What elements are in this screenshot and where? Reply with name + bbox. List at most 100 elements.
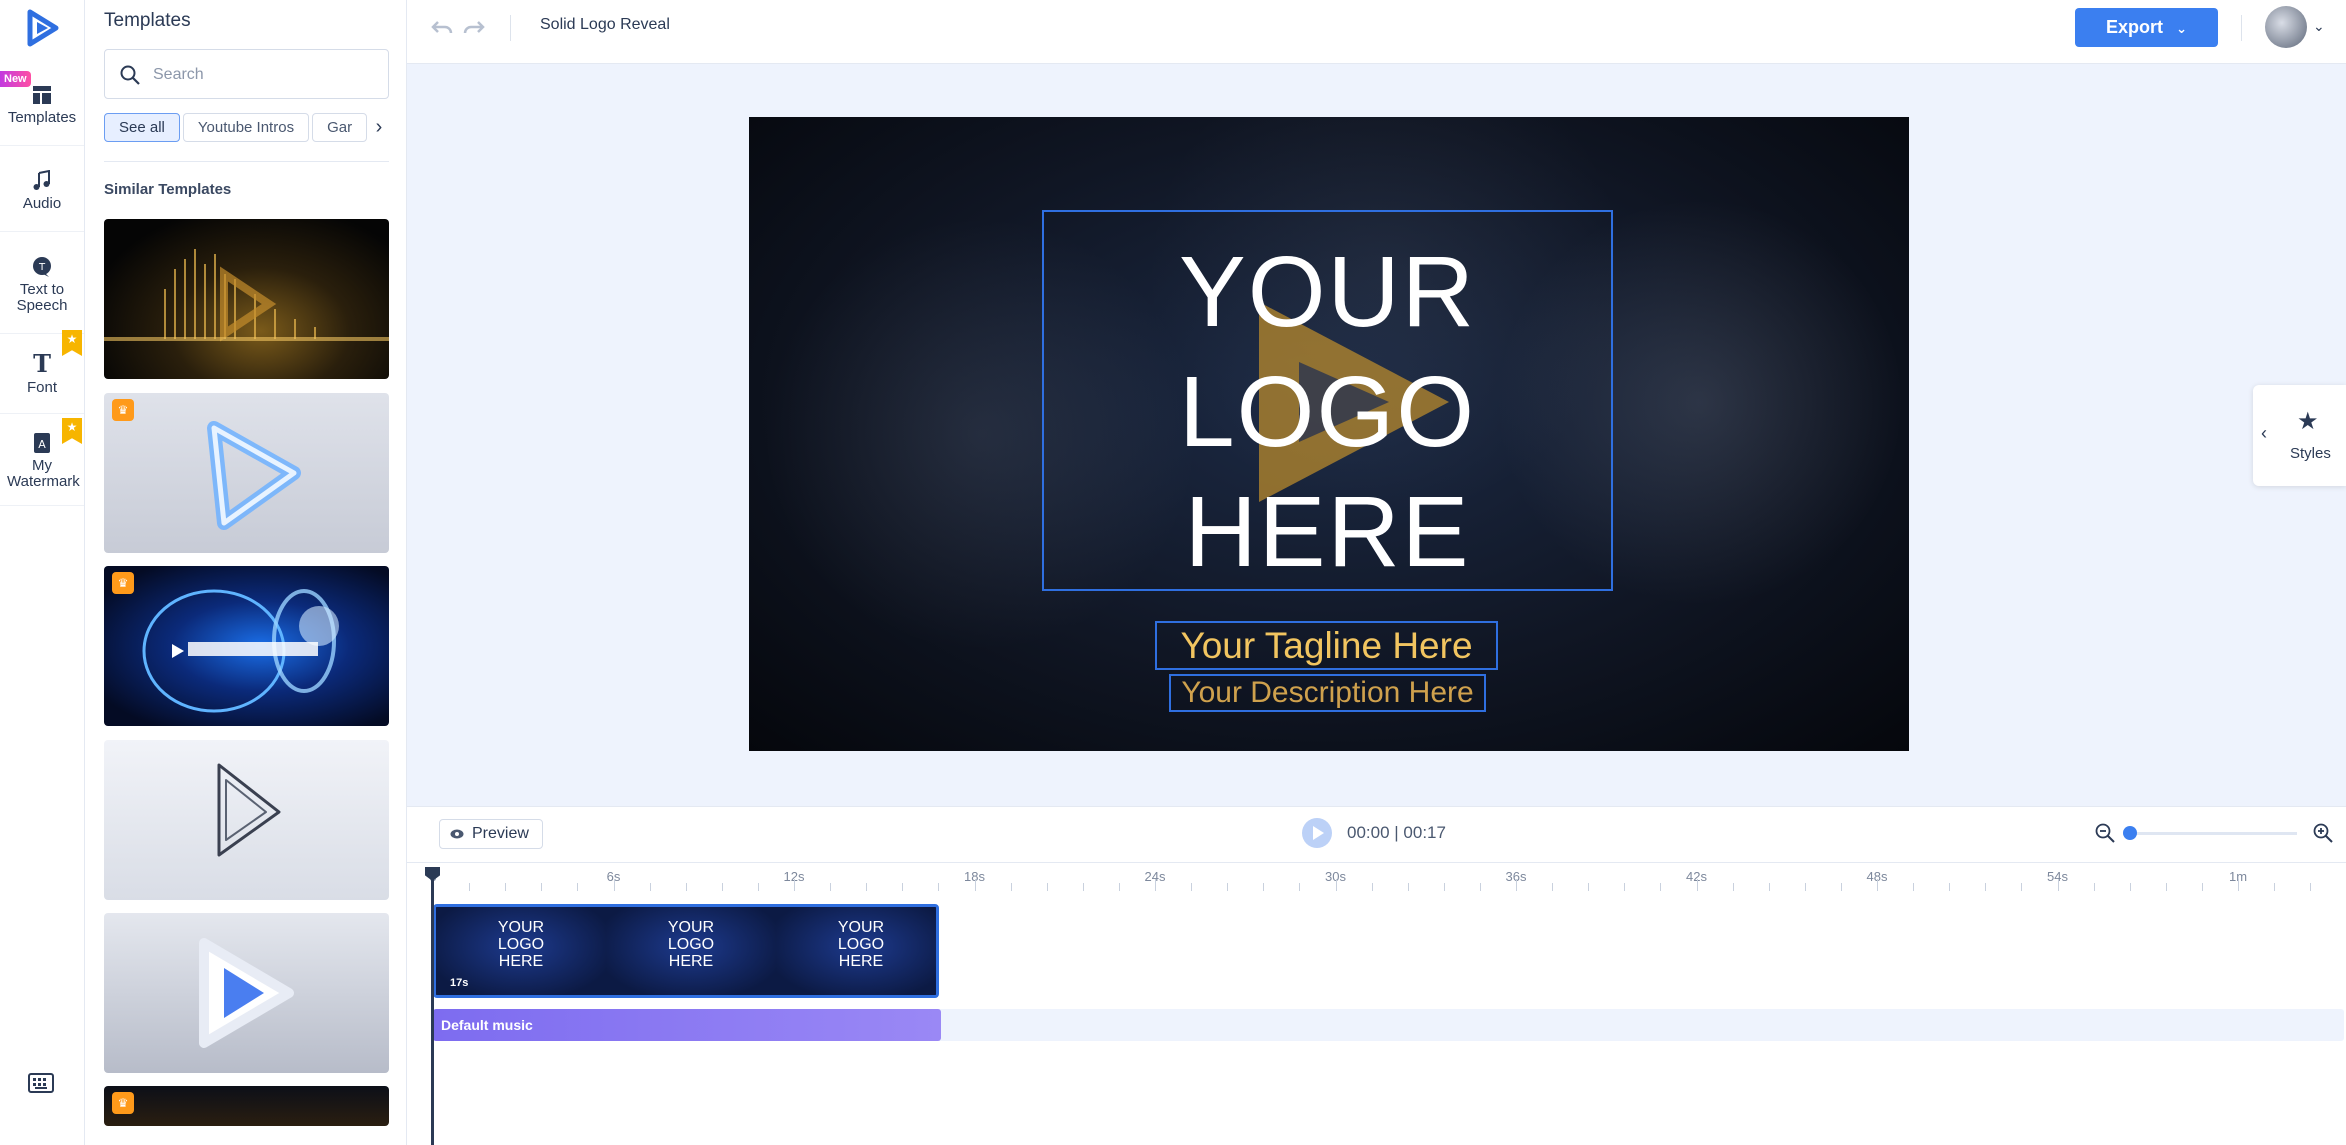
keyboard-shortcuts-icon[interactable] — [28, 1073, 54, 1093]
clip-duration: 17s — [450, 977, 469, 989]
chip-gaming[interactable]: Gar — [312, 113, 368, 142]
play-button[interactable] — [1302, 818, 1332, 848]
chip-see-all[interactable]: See all — [104, 113, 180, 142]
search-icon — [120, 65, 140, 85]
ruler-tick — [1696, 879, 1698, 891]
clip-frame-line: HERE — [838, 953, 884, 970]
rail-item-label: Text to Speech — [16, 281, 68, 314]
glass-logo-icon — [207, 421, 301, 530]
rail-item-font[interactable]: T Font — [0, 330, 84, 414]
zoom-slider-track[interactable] — [2129, 832, 2297, 835]
ruler-tick — [1840, 883, 1842, 891]
zoom-slider-handle[interactable] — [2123, 826, 2137, 840]
ruler-tick — [2274, 883, 2276, 891]
topbar-divider — [2241, 15, 2242, 41]
rail-item-label: My Watermark — [7, 457, 80, 490]
text-to-speech-icon: T — [33, 257, 51, 277]
premium-bookmark-icon — [62, 418, 82, 444]
ruler-tick — [974, 879, 976, 891]
clip-frame-line: LOGO — [667, 936, 715, 953]
ruler-tick — [1588, 883, 1590, 891]
template-thumbnail[interactable] — [104, 219, 389, 379]
timeline-toolbar: Preview 00:00 | 00:17 — [407, 807, 2346, 863]
ruler-tick — [577, 883, 579, 891]
app-logo-icon[interactable] — [22, 8, 62, 48]
template-thumbnail[interactable]: ♛ — [104, 393, 389, 553]
section-title: Similar Templates — [104, 181, 232, 198]
ruler-tick — [1804, 883, 1806, 891]
template-thumbnail[interactable] — [104, 740, 389, 900]
ruler-tick — [1263, 883, 1265, 891]
search-input[interactable] — [153, 62, 373, 88]
rail-item-audio[interactable]: Audio — [0, 170, 84, 232]
rail-item-my-watermark[interactable]: A My Watermark — [0, 418, 84, 506]
avatar[interactable] — [2265, 6, 2307, 48]
ruler-tick — [1985, 883, 1987, 891]
ruler-tick — [1046, 883, 1048, 891]
chip-youtube-intros[interactable]: Youtube Intros — [182, 113, 310, 142]
ruler-tick — [2057, 879, 2059, 891]
chevron-down-icon: ⌄ — [2176, 21, 2187, 36]
ruler-tick — [1768, 883, 1770, 891]
preview-button[interactable]: Preview — [439, 819, 543, 849]
logo-line: YOUR — [1179, 236, 1476, 348]
chevron-down-icon[interactable]: ⌄ — [2313, 18, 2325, 35]
ruler-tick — [2310, 883, 2312, 891]
ruler-tick — [1407, 883, 1409, 891]
redo-icon[interactable] — [461, 14, 487, 40]
logo-placeholder[interactable]: YOUR LOGO HERE — [1042, 210, 1613, 591]
rail-item-label: Font — [26, 379, 57, 396]
panel-title: Templates — [104, 10, 191, 31]
ruler-tick — [1443, 883, 1445, 891]
top-bar: Solid Logo Reveal Export ⌄ ⌄ — [407, 0, 2346, 64]
ruler-tick — [2201, 883, 2203, 891]
ruler-tick — [1732, 883, 1734, 891]
rail-item-templates[interactable]: Templates — [0, 84, 84, 146]
ruler-tick — [649, 883, 651, 891]
video-canvas[interactable]: YOUR LOGO HERE Your Tagline Here Your De… — [749, 117, 1909, 751]
ruler-tick — [1082, 883, 1084, 891]
ruler-tick — [1155, 879, 1156, 891]
zoom-out-icon[interactable] — [2094, 822, 2116, 844]
video-clip[interactable]: YOUR LOGO HERE YOUR LOGO HERE YOUR LOGO … — [433, 904, 939, 998]
white-3d-logo-icon — [199, 938, 294, 1048]
logo-line: LOGO — [1179, 356, 1476, 468]
music-clip[interactable]: Default music — [433, 1009, 941, 1041]
ruler-tick — [1660, 883, 1662, 891]
clip-frame-line: YOUR — [837, 919, 885, 936]
logo-text: YOUR LOGO HERE — [1044, 232, 1611, 592]
tagline-text[interactable]: Your Tagline Here — [1155, 621, 1498, 670]
template-thumbnail[interactable]: ♛ — [104, 1086, 389, 1126]
chevron-right-icon[interactable]: › — [368, 113, 390, 143]
clip-frame-line: YOUR — [497, 919, 545, 936]
playhead[interactable] — [431, 867, 434, 1145]
preview-label: Preview — [472, 825, 529, 842]
ruler-tick — [1949, 883, 1951, 891]
styles-tab[interactable]: ‹ ★ Styles — [2253, 385, 2346, 486]
time-ruler[interactable]: s6s12s18s24s30s36s42s48s54s1m — [407, 863, 2346, 895]
undo-icon[interactable] — [429, 14, 455, 40]
description-text[interactable]: Your Description Here — [1169, 674, 1486, 712]
project-title[interactable]: Solid Logo Reveal — [540, 16, 670, 34]
template-thumbnail[interactable]: ♛ — [104, 566, 389, 726]
ruler-tick — [1552, 883, 1554, 891]
energy-ring-logo-icon — [142, 589, 339, 713]
zoom-in-icon[interactable] — [2312, 822, 2334, 844]
ruler-tick — [1191, 883, 1193, 891]
ruler-tick — [1335, 879, 1337, 891]
timeline: Preview 00:00 | 00:17 s6s12s18s24s30s36s… — [407, 806, 2346, 1145]
ruler-tick — [2093, 883, 2095, 891]
export-button[interactable]: Export ⌄ — [2075, 8, 2218, 47]
clip-frame-line: HERE — [498, 953, 544, 970]
ruler-tick — [1516, 879, 1517, 891]
gold-particles-logo-icon — [104, 249, 389, 342]
premium-crown-icon: ♛ — [112, 399, 134, 421]
templates-panel: Templates See allYoutube IntrosGar › Sim… — [85, 0, 407, 1145]
search-box[interactable] — [104, 49, 389, 99]
styles-label: Styles — [2290, 445, 2331, 462]
rail-item-text-to-speech[interactable]: T Text to Speech — [0, 256, 84, 334]
template-thumbnail[interactable] — [104, 913, 389, 1073]
music-label: Default music — [441, 1017, 533, 1033]
clip-frame-line: LOGO — [497, 936, 545, 953]
star-icon: ★ — [2297, 408, 2319, 435]
